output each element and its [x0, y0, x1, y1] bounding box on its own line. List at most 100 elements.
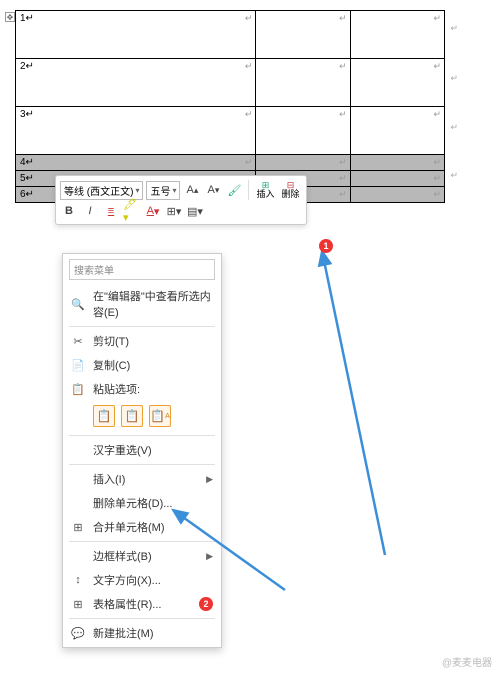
menu-item-label: 表格属性(R)... [93, 596, 195, 612]
table-cell[interactable]: ↵ [350, 187, 444, 203]
cell-return-mark: ↵ [433, 109, 441, 120]
cell-return-mark: ↵ [245, 13, 253, 24]
cell-return-mark: ↵ [339, 109, 347, 120]
menu-item[interactable]: ↕ 文字方向(X)... [63, 568, 221, 592]
cell-return-mark: ↵ [433, 61, 441, 72]
menu-separator [69, 464, 215, 465]
menu-item-label: 文字方向(X)... [93, 572, 213, 588]
menu-item-label: 在"编辑器"中查看所选内容(E) [93, 288, 213, 320]
menu-item-label: 合并单元格(M) [93, 519, 213, 535]
cell-return-mark: ↵ [339, 189, 347, 200]
table-cell[interactable]: ↵ [350, 171, 444, 187]
menu-item-label: 删除单元格(D)... [93, 495, 213, 511]
paste-option-1[interactable]: 📋 [121, 405, 143, 427]
table-cell[interactable]: 2↵ ↵ [16, 59, 256, 107]
font-color-button[interactable]: A▾ [144, 202, 162, 220]
table-cell[interactable]: ↵ [350, 107, 444, 155]
menu-item-icon: ↕ [71, 574, 85, 586]
menu-item[interactable]: 边框样式(B)▶ [63, 544, 221, 568]
font-selector[interactable]: 等线 (西文正文)▾ [60, 181, 143, 200]
menu-separator [69, 326, 215, 327]
menu-item[interactable]: 汉字重选(V) [63, 438, 221, 462]
insert-button[interactable]: ⊞插入 [254, 181, 276, 199]
menu-item[interactable]: ✂ 剪切(T) [63, 329, 221, 353]
paste-option-0[interactable]: 📋 [93, 405, 115, 427]
format-painter-button[interactable]: 🖌 [225, 181, 243, 199]
menu-separator [69, 618, 215, 619]
size-selector[interactable]: 五号▾ [146, 181, 180, 200]
paste-option-2[interactable]: 📋A [149, 405, 171, 427]
grow-font-button[interactable]: A▴ [183, 181, 201, 199]
table-cell[interactable]: 4↵ ↵ [16, 155, 256, 171]
cell-return-mark: ↵ [339, 61, 347, 72]
menu-item[interactable]: 📄 复制(C) [63, 353, 221, 377]
menu-item-icon: 📋 [71, 383, 85, 396]
submenu-arrow-icon: ▶ [206, 474, 213, 485]
paragraph-mark: ↵ [450, 23, 458, 34]
menu-item-label: 剪切(T) [93, 333, 213, 349]
menu-item[interactable]: 🔍在"编辑器"中查看所选内容(E) [63, 284, 221, 324]
menu-separator [69, 435, 215, 436]
table-row[interactable]: 3↵↵↵↵ [16, 107, 445, 155]
menu-item-label: 插入(I) [93, 471, 198, 487]
delete-button[interactable]: ⊟删除 [280, 181, 302, 199]
shrink-font-button[interactable]: A▾ [204, 181, 222, 199]
cell-return-mark: ↵ [433, 173, 441, 184]
cell-return-mark: ↵ [339, 157, 347, 168]
paragraph-mark: ↵ [450, 122, 458, 133]
cell-return-mark: ↵ [433, 13, 441, 24]
menu-separator [69, 541, 215, 542]
border-button[interactable]: ⊞▾ [165, 202, 183, 220]
italic-button[interactable]: I [81, 202, 99, 220]
menu-item-icon: ⊞ [71, 521, 85, 534]
cell-number: 4↵ [20, 157, 34, 168]
menu-item[interactable]: 删除单元格(D)... [63, 491, 221, 515]
watermark: @麦麦电器 [442, 654, 492, 669]
cell-return-mark: ↵ [339, 13, 347, 24]
cell-number: 6↵ [20, 189, 34, 200]
underline-button[interactable]: ≡ [102, 202, 120, 220]
table-row[interactable]: 4↵ ↵ ↵ ↵ [16, 155, 445, 171]
table-cell[interactable]: ↵ [256, 155, 350, 171]
table-cell[interactable]: ↵ [256, 107, 350, 155]
submenu-arrow-icon: ▶ [206, 551, 213, 562]
table-cell[interactable]: ↵ [256, 59, 350, 107]
table-cell[interactable]: ↵ [256, 11, 350, 59]
table-row[interactable]: 2↵ ↵ ↵ ↵ [16, 59, 445, 107]
mini-toolbar: 等线 (西文正文)▾ 五号▾ A▴ A▾ 🖌 ⊞插入 ⊟删除 B I ≡ 🖊▾ … [55, 175, 307, 225]
menu-item-label: 粘贴选项: [93, 381, 213, 397]
menu-item[interactable]: 📋 粘贴选项: [63, 377, 221, 401]
paragraph-mark: ↵ [450, 170, 458, 181]
cell-return-mark: ↵ [245, 61, 253, 72]
menu-item[interactable]: ⊞ 合并单元格(M) [63, 515, 221, 539]
cell-return-mark: ↵ [245, 109, 253, 120]
cell-number: 1↵ [20, 13, 34, 24]
table-cell[interactable]: 1↵ ↵ [16, 11, 256, 59]
menu-item-label: 汉字重选(V) [93, 442, 213, 458]
cell-return-mark: ↵ [433, 157, 441, 168]
menu-item[interactable]: 插入(I) ▶ [63, 467, 221, 491]
menu-item-icon: ⊞ [71, 598, 85, 611]
menu-item-label: 复制(C) [93, 357, 213, 373]
paragraph-mark: ↵ [450, 73, 458, 84]
table-cell[interactable]: ↵ [350, 59, 444, 107]
menu-item[interactable]: ⊞ 表格属性(R)... 2 [63, 592, 221, 616]
cell-number: 2↵ [20, 61, 34, 72]
table-cell[interactable]: ↵ [350, 155, 444, 171]
cell-return-mark: ↵ [245, 157, 253, 168]
annotation-badge-2: 2 [199, 597, 213, 611]
menu-item[interactable]: 💬新建批注(M) [63, 621, 221, 645]
table-anchor-icon[interactable]: ✥ [5, 12, 15, 22]
table-cell[interactable]: 3↵↵ [16, 107, 256, 155]
cell-number: 5↵ [20, 173, 34, 184]
table-row[interactable]: 1↵ ↵ ↵ ↵ [16, 11, 445, 59]
menu-item-icon: 📄 [71, 359, 85, 372]
highlight-button[interactable]: 🖊▾ [123, 202, 141, 220]
menu-search-input[interactable]: 搜索菜单 [69, 259, 215, 280]
menu-item-label: 新建批注(M) [93, 625, 213, 641]
context-menu: 搜索菜单 🔍在"编辑器"中查看所选内容(E) ✂ 剪切(T) 📄 复制(C) 📋 粘贴选项:… [62, 253, 222, 648]
table-cell[interactable]: ↵ [350, 11, 444, 59]
menu-item-icon: ✂ [71, 335, 85, 348]
bold-button[interactable]: B [60, 202, 78, 220]
align-button[interactable]: ▤▾ [186, 202, 204, 220]
